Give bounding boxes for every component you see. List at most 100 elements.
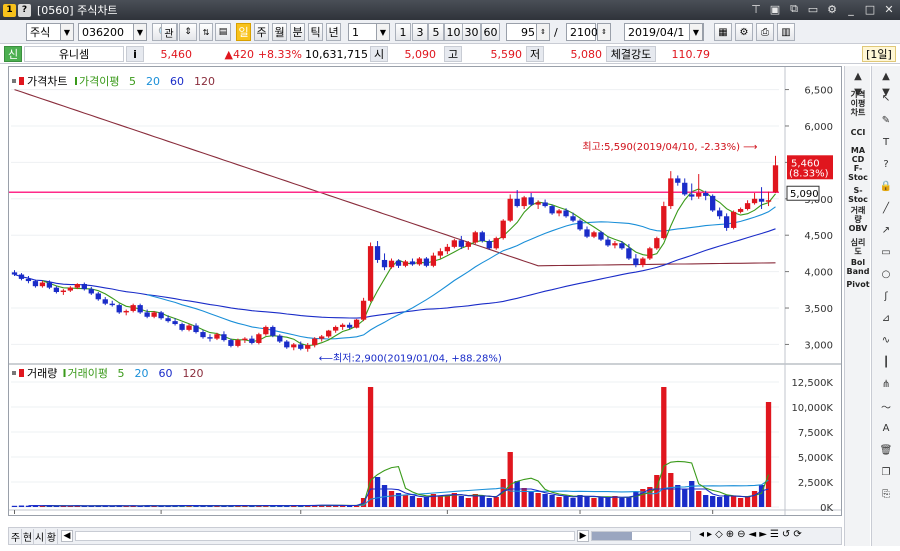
- settings-icon[interactable]: ⚙: [825, 2, 839, 16]
- help-badge-icon[interactable]: ?: [18, 3, 31, 17]
- trash-icon[interactable]: 🗑: [876, 442, 896, 458]
- price-tick-label: 3,000: [804, 340, 833, 351]
- total-count-input[interactable]: 2100: [566, 23, 598, 41]
- zoom-in-icon[interactable]: ⊕: [726, 529, 734, 540]
- related-button[interactable]: 관: [161, 23, 177, 41]
- stock-code-input[interactable]: 036200: [78, 23, 134, 41]
- indicator-4[interactable]: S- Stoc: [845, 186, 871, 204]
- zoom-slider[interactable]: [591, 531, 691, 541]
- interval-preset-1[interactable]: 1: [395, 23, 411, 41]
- date-dropdown-icon[interactable]: ▼: [689, 23, 703, 41]
- help-icon[interactable]: ?: [876, 156, 896, 172]
- reload-icon[interactable]: ⟳: [793, 529, 801, 540]
- lock-icon[interactable]: 🔒: [876, 178, 896, 194]
- bottom-tab-1[interactable]: 현: [22, 529, 34, 544]
- interval-dropdown-icon[interactable]: ▼: [376, 23, 390, 41]
- code-dropdown-icon[interactable]: ▼: [133, 23, 147, 41]
- market-dropdown-icon[interactable]: ▼: [60, 23, 74, 41]
- fibonacci-icon[interactable]: ʃ: [876, 288, 896, 304]
- period-button-4[interactable]: 틱: [308, 23, 323, 41]
- candle-body: [416, 258, 423, 265]
- copy-icon[interactable]: ⧉: [787, 2, 801, 16]
- bottom-tab-0[interactable]: 주: [10, 529, 22, 544]
- quote-bar: 신 유니셈 i 5,460 ▲420 +8.33% 10,631,715 시 5…: [0, 44, 900, 64]
- pitchfork-icon[interactable]: ⋔: [876, 376, 896, 392]
- scroll-right-icon[interactable]: ▶: [577, 530, 589, 542]
- chart-area[interactable]: 6,5006,0005,5005,0004,5004,0003,5003,000…: [8, 66, 842, 525]
- candle-icon[interactable]: ┃: [876, 354, 896, 370]
- zoom-out-icon[interactable]: ⊖: [737, 529, 745, 540]
- indicator-8[interactable]: Bol Band: [845, 258, 871, 276]
- candle-body: [18, 274, 25, 279]
- period-label: 월: [274, 26, 285, 39]
- ellipse-icon[interactable]: ○: [876, 266, 896, 282]
- pan-icon[interactable]: ◇: [715, 529, 723, 540]
- sort-toggle-icon[interactable]: ⇕: [179, 23, 197, 41]
- screenshot-icon[interactable]: ⎘: [876, 486, 896, 502]
- indicator-9[interactable]: Pivot: [845, 280, 871, 289]
- interval-preset-5[interactable]: 5: [428, 23, 444, 41]
- tools-scroll-up-icon[interactable]: ▲: [876, 68, 896, 84]
- print-icon[interactable]: ⎙: [756, 23, 774, 41]
- volume-bar: [514, 481, 520, 507]
- calendar-icon[interactable]: ▦: [714, 23, 732, 41]
- window-icon[interactable]: ▣: [768, 2, 782, 16]
- prev-next-stepper[interactable]: ⇅: [199, 23, 213, 41]
- gann-icon[interactable]: ⊿: [876, 310, 896, 326]
- count-stepper-icon[interactable]: ⇕: [536, 23, 550, 41]
- auto-line-icon[interactable]: A: [876, 420, 896, 436]
- trendline-icon[interactable]: ╱: [876, 200, 896, 216]
- nav-left-icon[interactable]: ◂: [699, 529, 704, 540]
- indicator-7[interactable]: 심리 도: [845, 238, 871, 256]
- wave-icon[interactable]: 〜: [876, 398, 896, 414]
- period-button-2[interactable]: 월: [272, 23, 287, 41]
- period-button-1[interactable]: 주: [254, 23, 269, 41]
- pin-icon[interactable]: ⊤: [749, 2, 763, 16]
- arrow-icon[interactable]: ↗: [876, 222, 896, 238]
- interval-preset-30[interactable]: 30: [462, 23, 481, 41]
- close-icon[interactable]: ✕: [882, 2, 896, 16]
- minimize-icon[interactable]: _: [844, 2, 858, 16]
- scroll-left-icon[interactable]: ◀: [61, 530, 73, 542]
- interval-preset-10[interactable]: 10: [444, 23, 463, 41]
- stock-name[interactable]: 유니셈: [24, 46, 124, 62]
- stock-list-icon[interactable]: ▤: [215, 23, 231, 41]
- indicator-2[interactable]: MA CD: [845, 146, 871, 164]
- reset-icon[interactable]: ↺: [782, 529, 790, 540]
- total-stepper-icon[interactable]: ⇕: [597, 23, 611, 41]
- layout-icon[interactable]: ▥: [777, 23, 795, 41]
- list-view-icon[interactable]: ☰: [770, 529, 779, 540]
- cycle-icon[interactable]: ∿: [876, 332, 896, 348]
- bottom-tab-3[interactable]: 황: [46, 529, 58, 544]
- candle-body: [647, 248, 653, 259]
- indicator-6[interactable]: OBV: [845, 224, 871, 233]
- interval-preset-60[interactable]: 60: [481, 23, 500, 41]
- info-icon[interactable]: i: [126, 46, 144, 62]
- bottom-tab-2[interactable]: 시: [34, 529, 46, 544]
- maximize-icon[interactable]: □: [863, 2, 877, 16]
- indicator-3[interactable]: F- Stoc: [845, 164, 871, 182]
- save-icon[interactable]: ▭: [806, 2, 820, 16]
- interval-preset-3[interactable]: 3: [412, 23, 428, 41]
- nav-right-icon[interactable]: ▸: [707, 529, 712, 540]
- period-button-3[interactable]: 분: [290, 23, 305, 41]
- period-button-0[interactable]: 일: [236, 23, 251, 41]
- candle-body: [542, 202, 548, 207]
- chart-svg[interactable]: 6,5006,0005,5005,0004,5004,0003,5003,000…: [9, 67, 841, 525]
- rectangle-icon[interactable]: ▭: [876, 244, 896, 260]
- pointer-tool-icon[interactable]: ↖: [876, 90, 896, 106]
- indicator-1[interactable]: CCI: [845, 128, 871, 137]
- last-icon[interactable]: ►: [759, 529, 767, 540]
- period-button-5[interactable]: 년: [326, 23, 341, 41]
- config-icon[interactable]: ⚙: [735, 23, 753, 41]
- indicator-0[interactable]: 가격 이평 차트: [845, 90, 871, 117]
- first-icon[interactable]: ◄: [749, 529, 757, 540]
- text-tool-icon[interactable]: T: [876, 134, 896, 150]
- zoom-slider-thumb[interactable]: [592, 532, 632, 540]
- copy-icon[interactable]: ❐: [876, 464, 896, 480]
- history-scrollbar-track[interactable]: [75, 531, 575, 541]
- indicator-5[interactable]: 거래 량: [845, 206, 871, 224]
- window-titlebar: 1 ? [0560] 주식차트 ⊤ ▣ ⧉ ▭ ⚙ _ □ ✕: [0, 0, 900, 20]
- eraser-icon[interactable]: ✎: [876, 112, 896, 128]
- scroll-up-icon[interactable]: ▲: [848, 68, 868, 84]
